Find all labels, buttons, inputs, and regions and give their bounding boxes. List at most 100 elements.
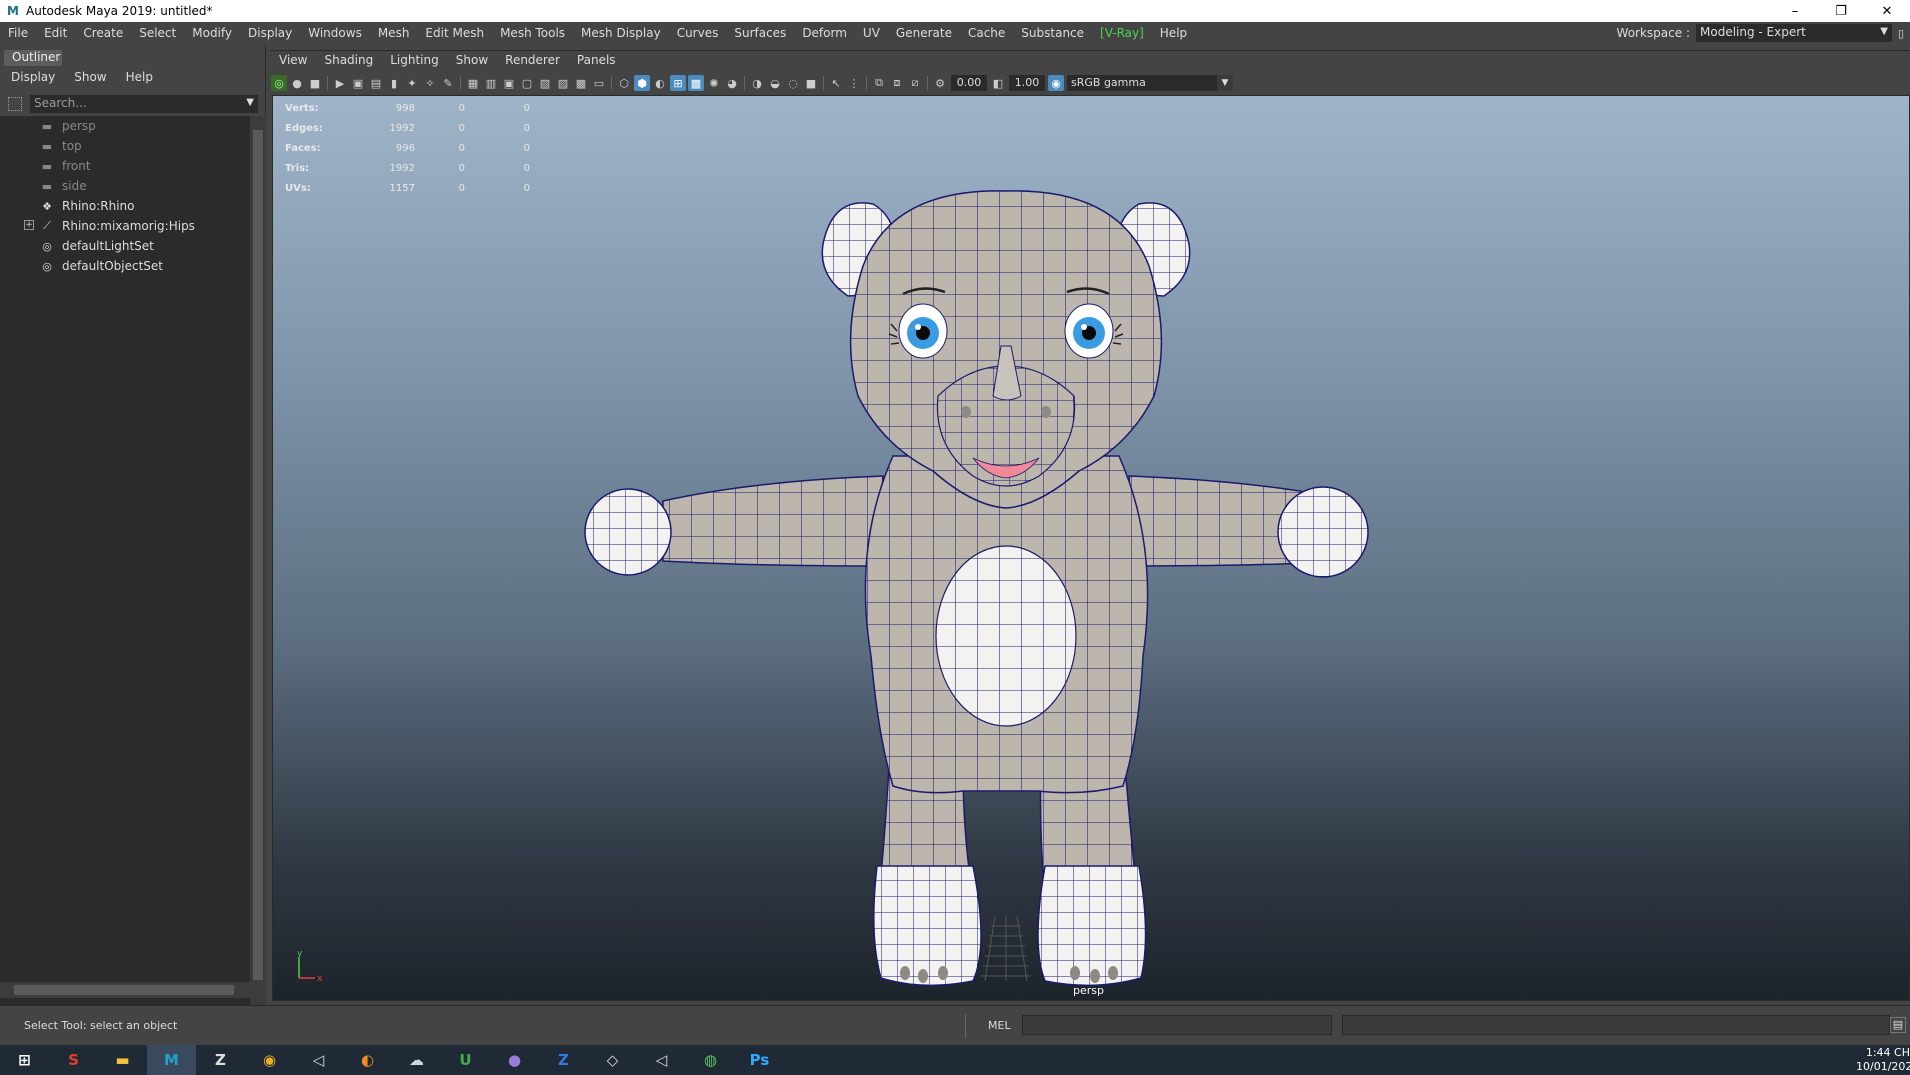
select-icon[interactable]: ↖ [828, 75, 844, 91]
xray-active-icon[interactable]: ◒ [767, 75, 783, 91]
system-clock[interactable]: 1:44 CH 10/01/202 [1856, 1046, 1910, 1074]
menu-mesh[interactable]: Mesh [370, 26, 418, 40]
image-plane-icon[interactable]: ▣ [350, 75, 366, 91]
film-gate-icon[interactable]: ▤ [368, 75, 384, 91]
chrome-icon[interactable]: ◉ [245, 1045, 294, 1075]
bookmark-icon[interactable]: ■ [307, 75, 323, 91]
script-editor-icon[interactable]: ▤ [1890, 1017, 1906, 1033]
field-chart-icon[interactable]: ✧ [422, 75, 438, 91]
scrollbar-thumb[interactable] [253, 130, 263, 980]
menu-windows[interactable]: Windows [300, 26, 370, 40]
menu-curves[interactable]: Curves [669, 26, 727, 40]
outliner-menu-help[interactable]: Help [115, 70, 161, 88]
gate-mask-icon[interactable]: ✦ [404, 75, 420, 91]
expand-icon[interactable]: + [24, 220, 34, 230]
viewport-menu-panels[interactable]: Panels [568, 53, 624, 71]
smooth-shade-icon[interactable]: ▣ [501, 75, 517, 91]
unity-hub-icon[interactable]: ◁ [294, 1045, 343, 1075]
color-space-dropdown[interactable]: sRGB gamma [1067, 75, 1217, 91]
menu-mesh-display[interactable]: Mesh Display [573, 26, 669, 40]
motion-blur-icon[interactable]: ▩ [573, 75, 589, 91]
textured-icon[interactable]: ◐ [652, 75, 668, 91]
gamma-field[interactable]: 1.00 [1009, 75, 1045, 91]
menu-uv[interactable]: UV [855, 26, 888, 40]
outliner-tab[interactable]: Outliner [4, 50, 62, 66]
menu-mesh-tools[interactable]: Mesh Tools [492, 26, 573, 40]
exposure-icon[interactable]: ⚙ [932, 75, 948, 91]
github-icon[interactable]: ● [490, 1045, 539, 1075]
minimize-button[interactable]: – [1772, 0, 1818, 22]
light-icon[interactable]: ✺ [706, 75, 722, 91]
chevron-down-icon[interactable]: ▼ [1217, 75, 1233, 91]
frame-all-icon[interactable]: ⧈ [889, 75, 905, 91]
menu-v-ray[interactable]: [V-Ray] [1092, 26, 1152, 40]
workspace-dropdown[interactable]: Modeling - Expert ▼ [1696, 24, 1892, 42]
scrollbar-thumb[interactable] [14, 985, 234, 995]
two-sided-lighting-icon[interactable]: ⧉ [871, 75, 887, 91]
unity-icon[interactable]: ◇ [588, 1045, 637, 1075]
exposure-field[interactable]: 0.00 [951, 75, 987, 91]
frame-selected-icon[interactable]: ⧄ [907, 75, 923, 91]
select-camera-icon[interactable]: ◎ [271, 75, 287, 91]
camera-attributes-icon[interactable]: ▶ [332, 75, 348, 91]
file-explorer-icon[interactable]: ▬ [98, 1045, 147, 1075]
isolate-select-icon[interactable]: ◕ [724, 75, 740, 91]
lock-icon[interactable]: ▯ [1892, 27, 1910, 40]
outliner-item[interactable]: ◎ defaultObjectSet [0, 256, 252, 276]
viewport-menu-lighting[interactable]: Lighting [381, 53, 447, 71]
wireframe-icon[interactable]: ▥ [483, 75, 499, 91]
filter-icon[interactable] [8, 97, 22, 111]
menu-cache[interactable]: Cache [960, 26, 1013, 40]
smooth-shade-all-icon[interactable]: ⬢ [634, 75, 650, 91]
menu-display[interactable]: Display [240, 26, 300, 40]
menu-edit-mesh[interactable]: Edit Mesh [417, 26, 492, 40]
viewport-menu-show[interactable]: Show [447, 53, 496, 71]
viewport-menu-view[interactable]: View [270, 53, 315, 71]
menu-deform[interactable]: Deform [794, 26, 855, 40]
backface-culling-icon[interactable]: ◌ [785, 75, 801, 91]
screen-space-ao-icon[interactable]: ▨ [555, 75, 571, 91]
outliner-vertical-scrollbar[interactable] [250, 116, 266, 1026]
grid-icon[interactable]: ▦ [465, 75, 481, 91]
anti-aliasing-icon[interactable]: ▭ [591, 75, 607, 91]
zbrush-icon[interactable]: Z [196, 1045, 245, 1075]
maya-taskbar-icon[interactable]: M [147, 1045, 196, 1075]
outliner-horizontal-scrollbar[interactable] [0, 982, 252, 998]
app-green-icon[interactable]: ◍ [686, 1045, 735, 1075]
outliner-search-input[interactable]: Search... ▼ [30, 95, 258, 113]
resolution-gate-icon[interactable]: ▮ [386, 75, 402, 91]
outliner-item[interactable]: ▬ front [0, 156, 252, 176]
menu-substance[interactable]: Substance [1013, 26, 1092, 40]
windows-start-icon[interactable]: ⊞ [0, 1045, 49, 1075]
outliner-item[interactable]: + ⟋ Rhino:mixamorig:Hips [0, 216, 252, 236]
menu-modify[interactable]: Modify [184, 26, 240, 40]
isolate-icon[interactable]: ■ [803, 75, 819, 91]
command-line-input[interactable] [1022, 1015, 1332, 1035]
xray-joints-icon[interactable]: ◑ [749, 75, 765, 91]
shadows-icon[interactable]: ▧ [537, 75, 553, 91]
color-management-icon[interactable]: ◉ [1048, 75, 1064, 91]
outliner-item[interactable]: ◎ defaultLightSet [0, 236, 252, 256]
blender-icon[interactable]: ◐ [343, 1045, 392, 1075]
viewport-menu-renderer[interactable]: Renderer [496, 53, 568, 71]
outliner-item[interactable]: ❖ Rhino:Rhino [0, 196, 252, 216]
outliner-item[interactable]: ▬ persp [0, 116, 252, 136]
lock-camera-icon[interactable]: ● [289, 75, 305, 91]
menu-generate[interactable]: Generate [888, 26, 960, 40]
menu-file[interactable]: File [0, 26, 36, 40]
outliner-menu-show[interactable]: Show [63, 70, 114, 88]
viewport-menu-shading[interactable]: Shading [315, 53, 381, 71]
use-all-lights-icon[interactable]: ⊞ [670, 75, 686, 91]
xray-icon[interactable]: ▩ [688, 75, 704, 91]
upwork-icon[interactable]: U [441, 1045, 490, 1075]
safe-action-icon[interactable]: ✎ [440, 75, 456, 91]
outliner-item[interactable]: ▬ top [0, 136, 252, 156]
close-button[interactable]: ✕ [1864, 0, 1910, 22]
menu-help[interactable]: Help [1152, 26, 1195, 40]
menu-edit[interactable]: Edit [36, 26, 75, 40]
default-lighting-icon[interactable]: ▢ [519, 75, 535, 91]
menu-create[interactable]: Create [75, 26, 131, 40]
rhino-model[interactable] [273, 96, 1910, 1001]
3d-viewport[interactable]: Verts: 998 0 0 Edges: 1992 0 0 Faces: 996 0 0 Tris: 1… [272, 95, 1910, 1001]
menu-select[interactable]: Select [131, 26, 184, 40]
